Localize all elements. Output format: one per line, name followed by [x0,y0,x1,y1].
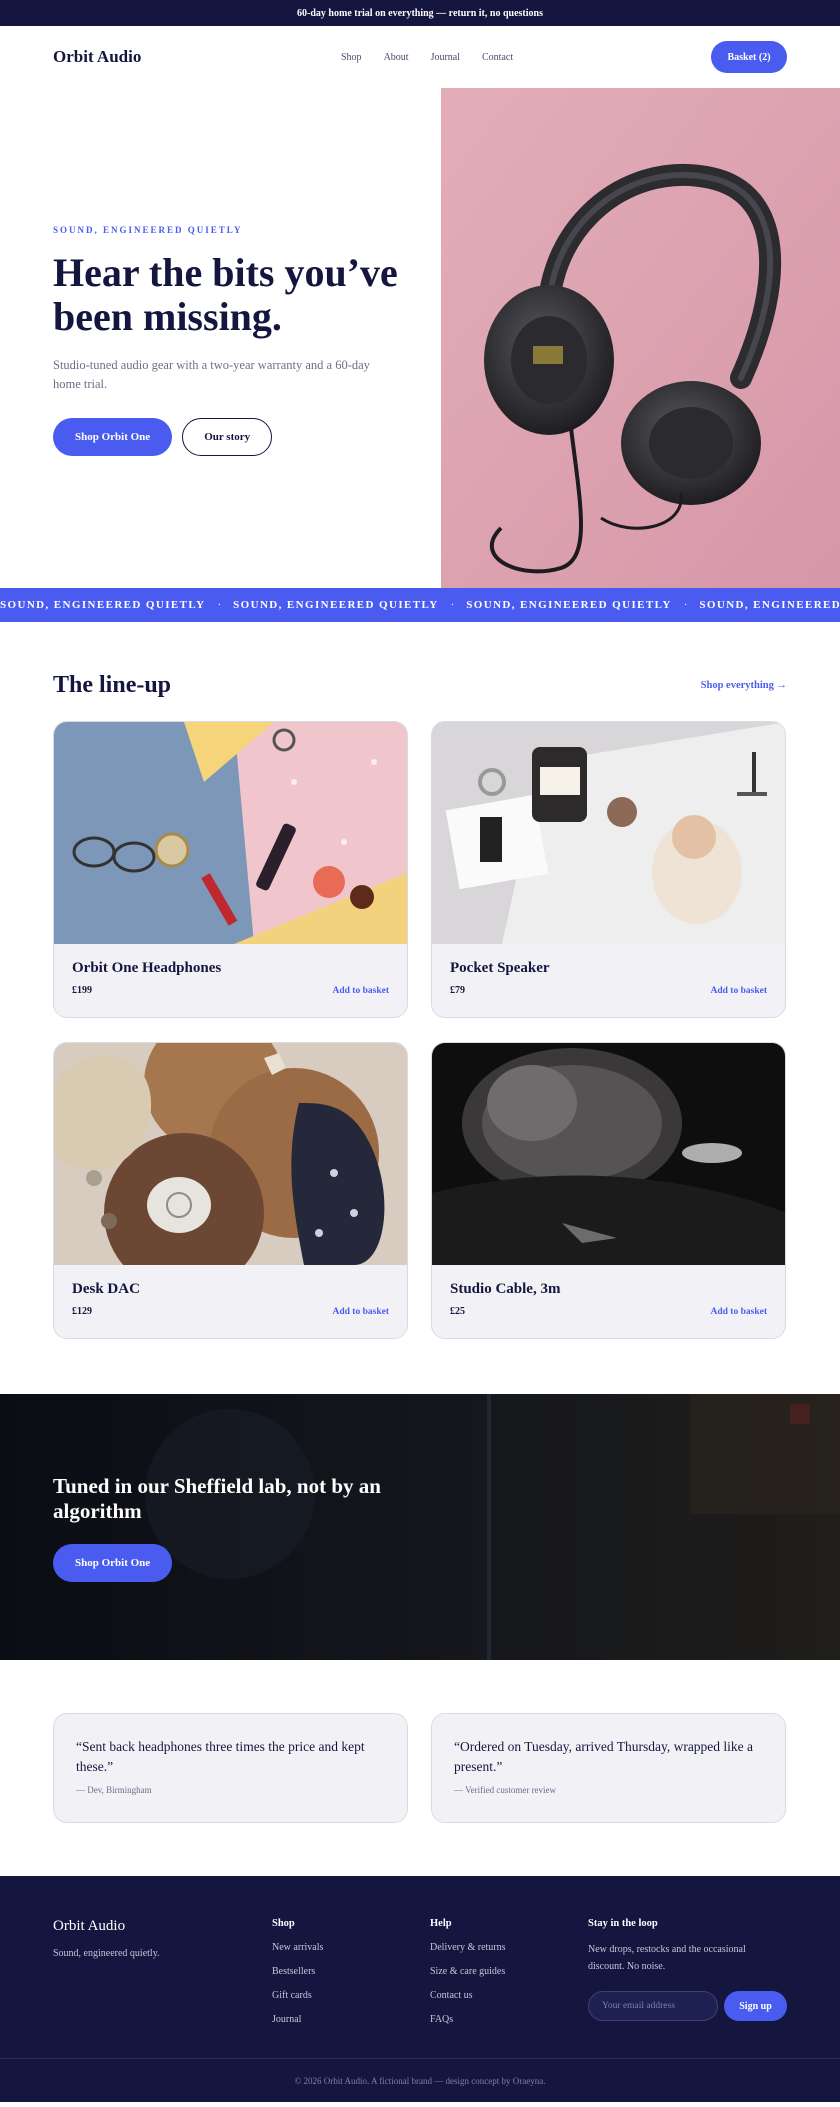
sign-up-button[interactable]: Sign up [724,1991,787,2021]
lineup-title: The line-up [53,672,172,698]
newsletter: Stay in the loop New drops, restocks and… [588,1918,787,2025]
lineup-section: The line-up Shop everything → Orbit One … [0,622,840,1339]
hero-eyebrow: SOUND, ENGINEERED QUIETLY [53,225,243,235]
review-author: — Verified customer review [454,1785,557,1795]
hero-copy: SOUND, ENGINEERED QUIETLY Hear the bits … [0,88,441,588]
footer-tagline: Sound, engineered quietly. [53,1948,160,1959]
newsletter-text: New drops, restocks and the occasional d… [588,1944,746,1972]
newsletter-form: Sign up [588,1991,787,2021]
footer-columns: Orbit Audio Sound, engineered quietly. S… [0,1876,840,2025]
product-card-body: Desk DAC £129 Add to basket [54,1265,407,1333]
product-card[interactable]: Pocket Speaker £79 Add to basket [431,721,786,1018]
product-row: £129 Add to basket [72,1306,389,1317]
our-story-button[interactable]: Our story [182,418,273,456]
product-card-body: Orbit One Headphones £199 Add to basket [54,944,407,1012]
add-to-basket-button[interactable]: Add to basket [333,986,390,996]
lab-banner: Tuned in our Sheffield lab, not by an al… [0,1394,840,1660]
reviews-section: “Sent back headphones three times the pr… [0,1660,840,1876]
footer-shop-title: Shop [272,1918,295,1929]
footer-link-gift-cards[interactable]: Gift cards [272,1990,430,2001]
lab-content: Tuned in our Sheffield lab, not by an al… [53,1474,433,1582]
product-card[interactable]: Orbit One Headphones £199 Add to basket [53,721,408,1018]
announcement-bar: 60-day home trial on everything — return… [0,0,840,26]
product-card[interactable]: Desk DAC £129 Add to basket [53,1042,408,1339]
lab-shop-orbit-one-button[interactable]: Shop Orbit One [53,1544,173,1582]
footer-link-bestsellers[interactable]: Bestsellers [272,1966,430,1977]
dark-speaker-photo [432,1043,785,1265]
ticker-text: SOUND, ENGINEERED QUIETLY [699,599,840,611]
product-row: £79 Add to basket [450,985,767,996]
logo[interactable]: Orbit Audio [53,47,141,67]
hero-title: Hear the bits you’ve been missing. [53,250,398,339]
product-price: £25 [450,1306,465,1317]
review-author: — Dev, Birmingham [76,1785,152,1795]
footer-link-delivery-returns[interactable]: Delivery & returns [430,1942,588,1953]
add-to-basket-button[interactable]: Add to basket [333,1307,390,1317]
hero: SOUND, ENGINEERED QUIETLY Hear the bits … [0,88,840,588]
ticker-text: SOUND, ENGINEERED QUIETLY [0,599,206,611]
headphones-on-pink-photo [441,88,840,588]
ticker-text: SOUND, ENGINEERED QUIETLY [233,599,439,611]
footer-help-column: Help Delivery & returns Size & care guid… [430,1918,588,2025]
newsletter-email-input[interactable] [588,1991,718,2021]
review-card: “Sent back headphones three times the pr… [53,1713,408,1823]
nav-link-journal[interactable]: Journal [431,52,460,63]
review-quote: “Sent back headphones three times the pr… [76,1739,365,1774]
product-card-body: Pocket Speaker £79 Add to basket [432,944,785,1012]
ticker-separator: · [450,599,455,611]
footer-link-faqs[interactable]: FAQs [430,2014,588,2025]
announcement-text: 60-day home trial on everything — return… [297,7,543,19]
product-card[interactable]: Studio Cable, 3m £25 Add to basket [431,1042,786,1339]
shop-orbit-one-button[interactable]: Shop Orbit One [53,418,173,456]
review-quote: “Ordered on Tuesday, arrived Thursday, w… [454,1739,754,1774]
lab-title: Tuned in our Sheffield lab, not by an al… [53,1474,381,1523]
product-row: £199 Add to basket [72,985,389,996]
footer-bottom-bar: © 2026 Orbit Audio. A fictional brand — … [0,2058,840,2102]
ticker-band: SOUND, ENGINEERED QUIETLY · SOUND, ENGIN… [0,588,840,622]
shop-everything-link[interactable]: Shop everything → [701,680,787,691]
flatlay-denim-accessories-photo [54,722,407,944]
ticker-separator: · [683,599,688,611]
hero-subtitle: Studio-tuned audio gear with a two-year … [53,358,370,391]
product-name: Orbit One Headphones [72,960,222,976]
product-name: Studio Cable, 3m [450,1281,561,1297]
footer-link-journal[interactable]: Journal [272,2014,430,2025]
ticker-separator: · [217,599,222,611]
main-nav: Shop About Journal Contact [341,26,535,88]
review-card: “Ordered on Tuesday, arrived Thursday, w… [431,1713,786,1823]
footer-help-title: Help [430,1918,452,1929]
add-to-basket-button[interactable]: Add to basket [711,1307,768,1317]
product-row: £25 Add to basket [450,1306,767,1317]
lineup-header: The line-up Shop everything → [53,672,787,699]
product-card-body: Studio Cable, 3m £25 Add to basket [432,1265,785,1333]
hero-actions: Shop Orbit One Our story [53,418,441,456]
product-grid: Orbit One Headphones £199 Add to basket [53,721,787,1339]
product-price: £79 [450,985,465,996]
site-header: Orbit Audio Shop About Journal Contact B… [0,26,840,88]
footer-logo[interactable]: Orbit Audio [53,1918,272,1935]
product-name: Pocket Speaker [450,960,550,976]
footer-link-size-care[interactable]: Size & care guides [430,1966,588,1977]
footer-link-new-arrivals[interactable]: New arrivals [272,1942,430,1953]
nav-link-contact[interactable]: Contact [482,52,513,63]
product-name: Desk DAC [72,1281,140,1297]
product-price: £199 [72,985,92,996]
newsletter-title: Stay in the loop [588,1918,658,1929]
add-to-basket-button[interactable]: Add to basket [711,986,768,996]
nav-link-shop[interactable]: Shop [341,52,362,63]
basket-button[interactable]: Basket (2) [711,41,787,73]
flatlay-magazine-candle-photo [432,722,785,944]
product-price: £129 [72,1306,92,1317]
flatlay-knitwear-wood-photo [54,1043,407,1265]
site-footer: Orbit Audio Sound, engineered quietly. S… [0,1876,840,2102]
footer-link-contact-us[interactable]: Contact us [430,1990,588,2001]
footer-brand: Orbit Audio Sound, engineered quietly. [53,1918,272,2025]
copyright-text: © 2026 Orbit Audio. A fictional brand — … [294,2075,546,2086]
footer-shop-column: Shop New arrivals Bestsellers Gift cards… [272,1918,430,2025]
ticker-text: SOUND, ENGINEERED QUIETLY [466,599,672,611]
nav-link-about[interactable]: About [384,52,409,63]
